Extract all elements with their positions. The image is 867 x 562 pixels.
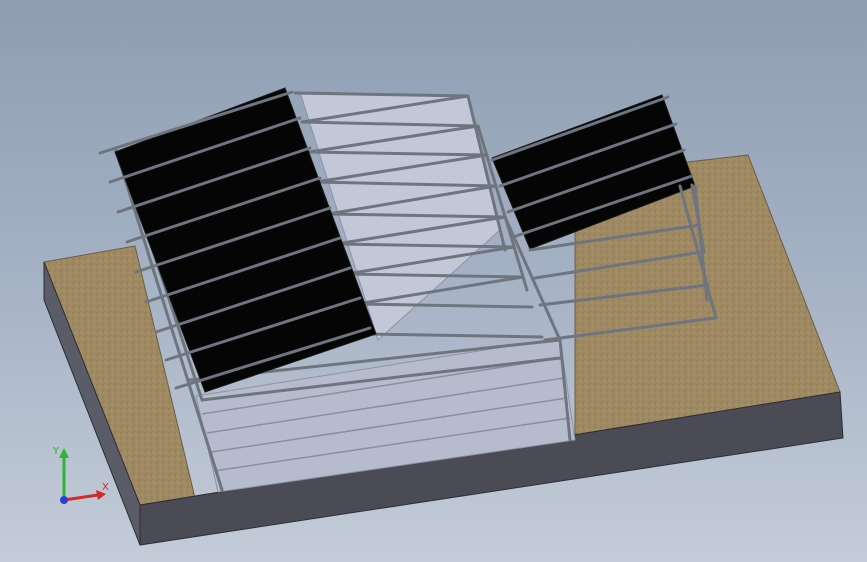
cad-viewport[interactable]: Y X xyxy=(0,0,867,562)
y-axis-label: Y xyxy=(52,446,60,457)
solar-structure-model[interactable] xyxy=(0,0,867,562)
coordinate-triad: Y X xyxy=(52,446,109,504)
y-axis-arrowhead xyxy=(59,448,69,458)
x-axis-label: X xyxy=(102,482,109,493)
z-axis-dot xyxy=(60,496,68,504)
x-axis-arrow xyxy=(63,493,99,502)
